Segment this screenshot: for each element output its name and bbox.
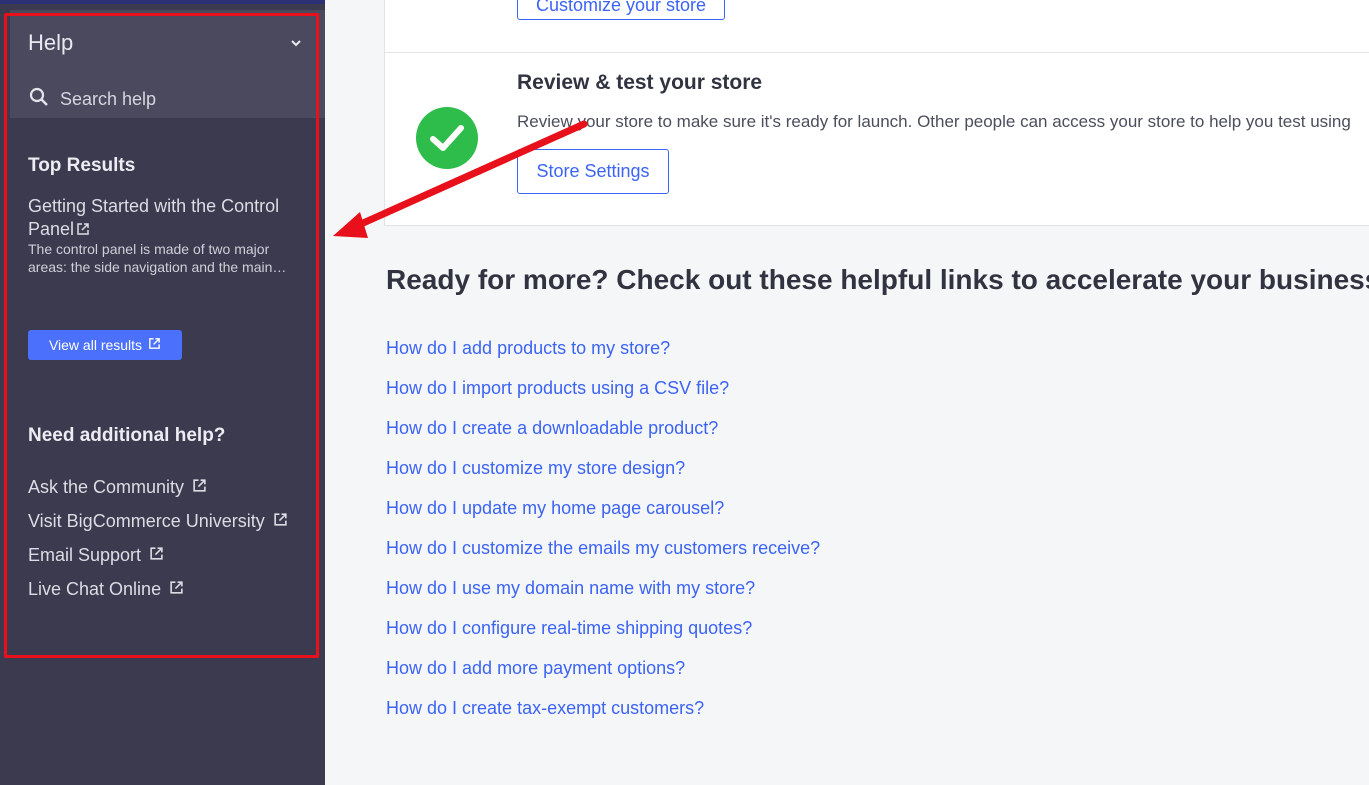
need-help-heading: Need additional help? [28, 425, 226, 446]
help-sidebar: Help Search help Top Results Getting Sta… [0, 0, 325, 785]
external-link-icon [192, 477, 207, 498]
chevron-down-icon[interactable] [286, 30, 306, 54]
help-link-label: Ask the Community [28, 476, 185, 497]
result-description: The control panel is made of two major a… [28, 241, 273, 275]
faq-link[interactable]: How do I customize the emails my custome… [386, 534, 820, 574]
help-link-community[interactable]: Ask the Community [28, 470, 288, 504]
store-settings-button[interactable]: Store Settings [517, 149, 669, 194]
result-title: Getting Started with the Control Panel [28, 196, 280, 239]
external-link-icon [169, 579, 184, 600]
faq-link[interactable]: How do I update my home page carousel? [386, 494, 820, 534]
faq-link[interactable]: How do I create a downloadable product? [386, 414, 820, 454]
result-link[interactable]: Getting Started with the Control Panel [28, 195, 308, 242]
faq-link[interactable]: How do I import products using a CSV fil… [386, 374, 820, 414]
faq-link[interactable]: How do I add products to my store? [386, 334, 820, 374]
external-link-icon [148, 337, 161, 353]
faq-link[interactable]: How do I customize my store design? [386, 454, 820, 494]
review-title: Review & test your store [517, 71, 763, 94]
search-help-input[interactable]: Search help [28, 86, 156, 113]
view-all-results-button[interactable]: View all results [28, 330, 182, 360]
help-link-live-chat[interactable]: Live Chat Online [28, 572, 288, 606]
check-circle-icon [415, 106, 479, 170]
help-links-list: Ask the Community Visit BigCommerce Univ… [28, 470, 288, 606]
help-title: Help [28, 30, 74, 55]
customize-store-button[interactable]: Customize your store [517, 0, 725, 20]
card-divider [384, 52, 1369, 53]
faq-link[interactable]: How do I use my domain name with my stor… [386, 574, 820, 614]
faq-link[interactable]: How do I create tax-exempt customers? [386, 694, 820, 734]
view-all-label: View all results [48, 337, 143, 353]
ready-heading: Ready for more? Check out these helpful … [386, 264, 1369, 295]
search-placeholder: Search help [60, 89, 157, 109]
faq-link[interactable]: How do I add more payment options? [386, 654, 820, 694]
external-link-icon [76, 219, 90, 242]
faq-links-list: How do I add products to my store? How d… [386, 334, 820, 734]
help-link-university[interactable]: Visit BigCommerce University [28, 504, 288, 538]
search-icon [28, 86, 50, 113]
top-results-heading: Top Results [28, 155, 136, 176]
review-description: Review your store to make sure it's read… [517, 112, 1351, 131]
faq-link[interactable]: How do I configure real-time shipping qu… [386, 614, 820, 654]
external-link-icon [273, 511, 288, 532]
help-link-label: Email Support [28, 544, 142, 565]
help-link-email-support[interactable]: Email Support [28, 538, 288, 572]
sidebar-top-border [0, 0, 325, 4]
help-link-label: Visit BigCommerce University [28, 510, 265, 531]
help-link-label: Live Chat Online [28, 578, 162, 599]
external-link-icon [149, 545, 164, 566]
